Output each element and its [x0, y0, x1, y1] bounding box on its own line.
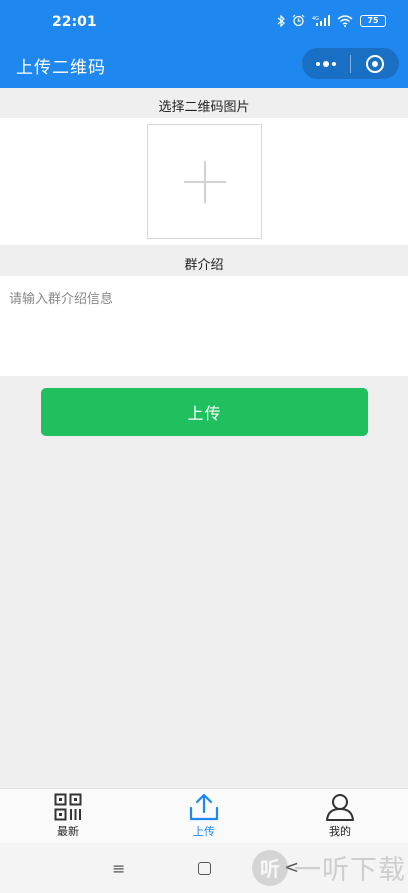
- upload-button[interactable]: 上传: [41, 388, 368, 436]
- battery-icon: 75: [360, 14, 386, 27]
- alarm-icon: [292, 14, 305, 27]
- watermark-text: 一听下载: [294, 855, 406, 886]
- qr-image-area: [0, 118, 408, 245]
- tab-latest[interactable]: 最新: [0, 789, 136, 843]
- tab-mine[interactable]: 我的: [272, 789, 408, 843]
- group-intro-input[interactable]: [0, 276, 408, 376]
- intro-section-label: 群介绍: [184, 258, 224, 273]
- top-bar: 22:01 4G 75 上传二维码: [0, 0, 408, 88]
- user-icon: [326, 794, 354, 821]
- tab-label-mine: 我的: [329, 825, 351, 838]
- tab-bar: 最新 上传 我的: [0, 788, 408, 843]
- tab-upload[interactable]: 上传: [136, 789, 272, 843]
- status-icons: 4G 75: [277, 14, 386, 27]
- svg-text:4G: 4G: [312, 16, 319, 22]
- close-mini-program-button[interactable]: [351, 48, 399, 79]
- more-dots-icon: [316, 60, 336, 67]
- add-image-button[interactable]: [147, 124, 262, 239]
- page-title: 上传二维码: [16, 58, 106, 78]
- plus-icon: [183, 160, 226, 203]
- qrcode-icon: [54, 793, 82, 821]
- qr-section-label: 选择二维码图片: [158, 100, 250, 115]
- mini-program-capsule: [302, 48, 399, 79]
- upload-icon: [189, 793, 219, 821]
- tab-label-upload: 上传: [193, 825, 215, 838]
- tab-label-latest: 最新: [57, 825, 79, 838]
- target-circle-icon: [366, 54, 384, 73]
- status-time: 22:01: [52, 14, 97, 30]
- more-button[interactable]: [302, 48, 350, 79]
- nav-home-button[interactable]: [198, 862, 211, 875]
- wifi-icon: [337, 14, 353, 27]
- signal-icon: 4G: [312, 14, 330, 26]
- watermark-logo: 听: [252, 849, 288, 886]
- screen: 22:01 4G 75 上传二维码 选择二维码图片 群介绍 请输入群介绍信息 上…: [0, 0, 408, 893]
- intro-area: [0, 276, 408, 376]
- watermark: 听 一听下载: [252, 848, 406, 887]
- bluetooth-icon: [277, 14, 285, 27]
- nav-menu-button[interactable]: ≡: [112, 859, 125, 878]
